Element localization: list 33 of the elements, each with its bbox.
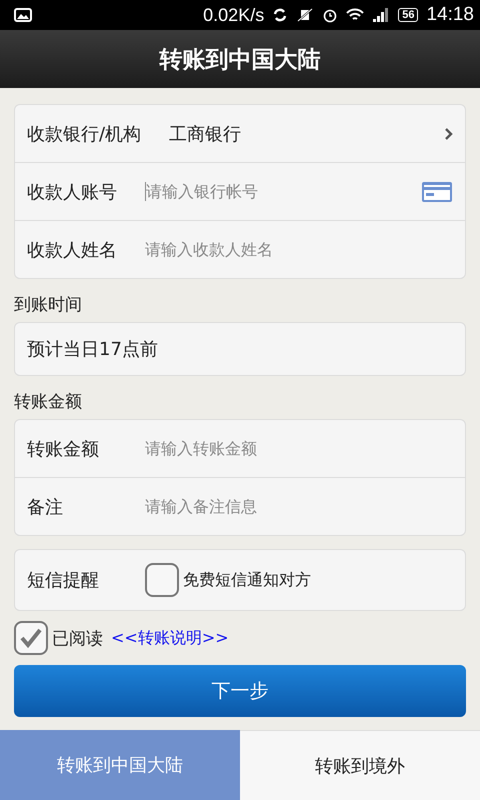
bank-card-icon[interactable] [421,180,453,202]
field-label: 收款人账号 [27,180,118,204]
instructions-link[interactable]: <<转账说明>> [111,628,229,648]
tab[interactable]: 转账到境外 [240,730,480,800]
input-field[interactable]: 请输入银行帐号 [145,182,421,201]
section-heading: 转账金额 [14,391,83,414]
checkbox[interactable] [14,621,48,655]
clock: 14:18 [426,4,474,26]
page-title: 转账到中国大陆 [160,46,320,74]
wifi-icon [346,8,364,22]
checkbox[interactable] [145,563,179,597]
checkbox-label: 免费短信通知对方 [183,570,311,590]
input-field[interactable]: 请输入转账金额 [145,439,453,458]
next-button[interactable]: 下一步 [14,665,466,717]
section-heading: 到账时间 [14,294,83,317]
field-label: 收款人姓名 [27,238,118,262]
image-icon [14,8,32,22]
checkbox-label: 已阅读 [52,628,103,650]
field-label: 备注 [27,496,64,518]
vibrate-off-icon [296,8,314,22]
battery-level: 56 [398,8,418,22]
alarm-icon [322,7,338,23]
bank-select[interactable]: 工商银行 [145,122,444,146]
field-label: 收款银行/机构 [27,122,142,146]
chevron-icon[interactable] [444,126,453,140]
signal-icon [372,8,390,22]
input-field[interactable]: 请输入收款人姓名 [145,240,453,259]
network-speed: 0.02K/s [203,4,264,26]
sync-icon [272,8,288,22]
field-label: 短信提醒 [27,569,100,592]
field-label: 转账金额 [27,438,100,460]
arrival-time: 预计当日17点前 [27,338,158,361]
input-field[interactable]: 请输入备注信息 [145,497,453,516]
